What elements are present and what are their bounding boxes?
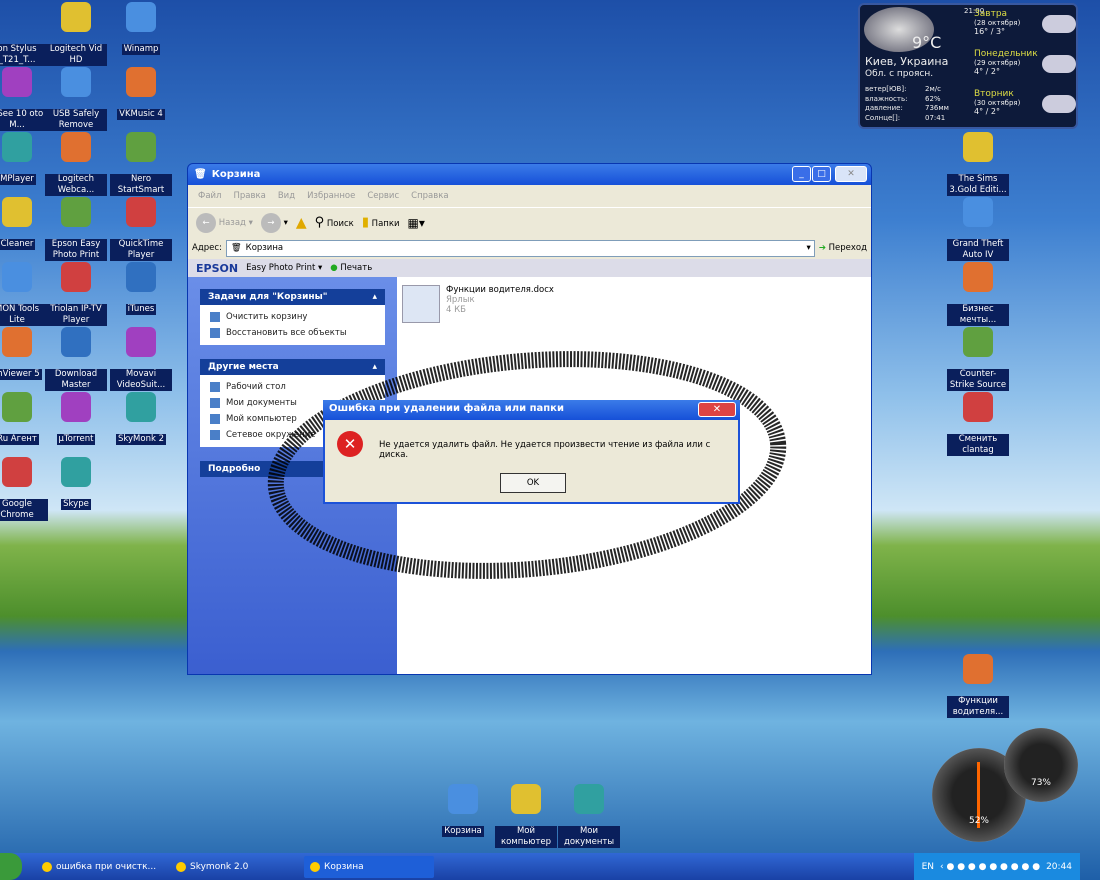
app-icon: [42, 861, 52, 872]
error-icon: ✕: [337, 431, 363, 457]
ram-value: 73%: [1030, 778, 1051, 788]
ram-gauge: 73%: [1004, 728, 1078, 802]
tray-icons[interactable]: ‹ ● ● ● ● ● ● ● ● ●: [940, 862, 1040, 872]
taskbar-item[interactable]: ошибка при очистк...: [36, 856, 166, 878]
error-dialog: Ошибка при удалении файла или папки ✕ ✕ …: [323, 400, 740, 504]
dialog-title: Ошибка при удалении файла или папки: [329, 403, 564, 414]
taskbar-item[interactable]: Корзина: [304, 855, 434, 878]
start-button[interactable]: [0, 853, 22, 880]
dialog-title-bar: Ошибка при удалении файла или папки ✕: [323, 400, 740, 420]
clock: 20:44: [1046, 861, 1072, 872]
dialog-close-button[interactable]: ✕: [698, 402, 736, 417]
ok-button[interactable]: OK: [500, 473, 566, 493]
dialog-message: Не удается удалить файл. Не удается прои…: [379, 440, 711, 460]
app-icon: [176, 861, 186, 872]
system-tray: EN ‹ ● ● ● ● ● ● ● ● ● 20:44: [913, 853, 1080, 880]
app-icon: [310, 861, 320, 872]
taskbar: ошибка при очистк... Skymonk 2.0 Корзина E…: [0, 853, 1080, 880]
taskbar-item[interactable]: Skymonk 2.0: [170, 856, 300, 878]
cpu-value: 52%: [968, 816, 989, 826]
language-indicator[interactable]: EN: [922, 862, 934, 872]
